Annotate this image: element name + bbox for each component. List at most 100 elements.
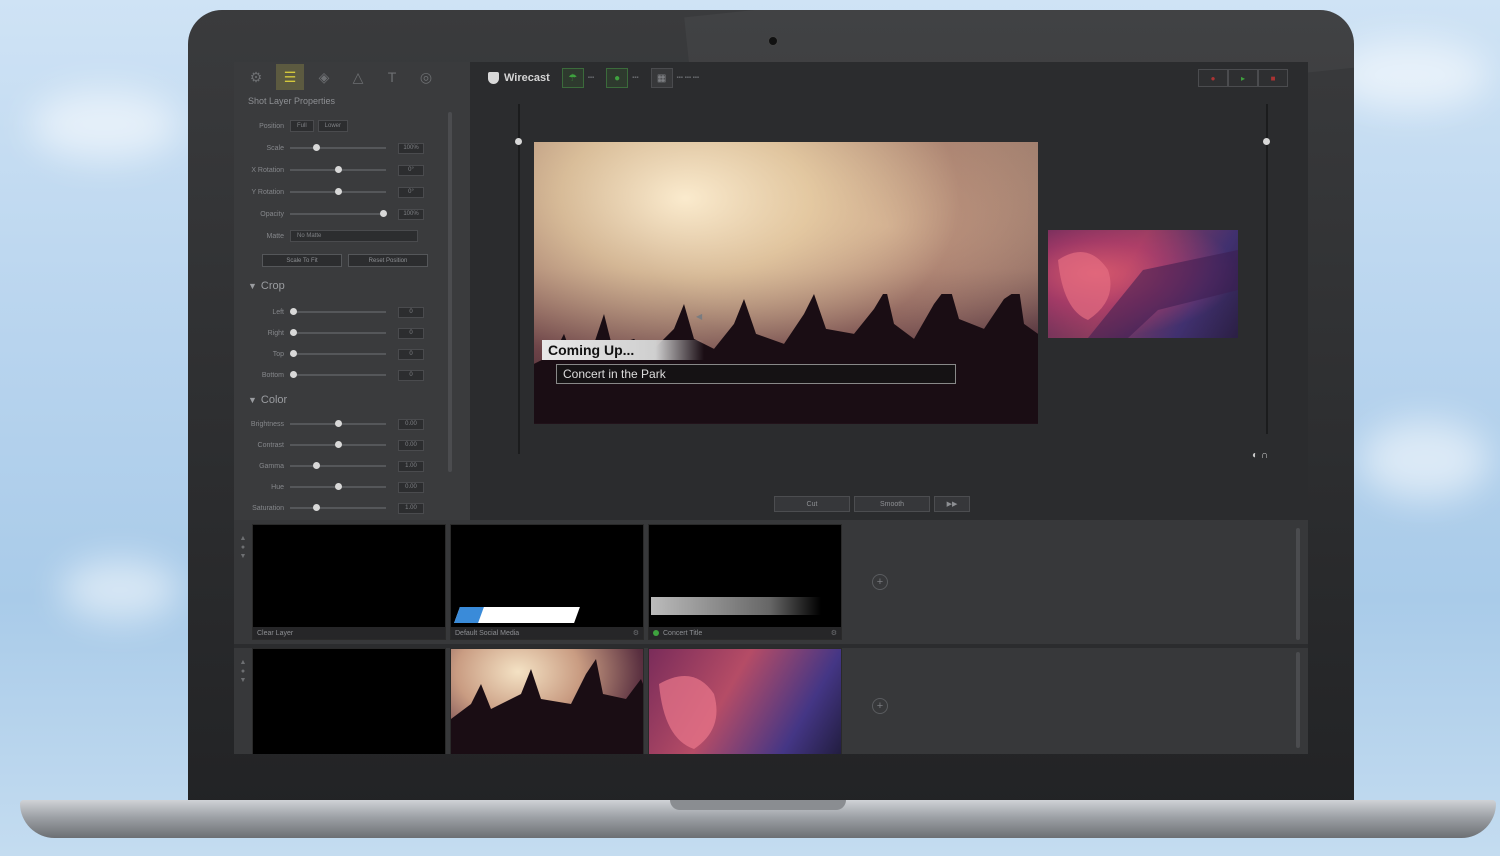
- stream-icon[interactable]: ☂: [561, 68, 584, 88]
- record-icon[interactable]: ●: [606, 68, 629, 88]
- collapse-panel-icon[interactable]: ◀: [696, 312, 704, 332]
- live-fader-knob[interactable]: [1263, 138, 1270, 145]
- slider-knob[interactable]: [312, 504, 320, 511]
- output-icon[interactable]: ▦: [650, 68, 673, 88]
- audio-icon[interactable]: ◈: [310, 64, 338, 90]
- gear-icon[interactable]: ⚙: [831, 629, 837, 637]
- crop-slider[interactable]: [290, 308, 386, 315]
- app-brand: Wirecast: [488, 72, 550, 84]
- properties-panel: ⚙ ☰ ◈ △ T ◎ Shot Layer Properties Positi…: [234, 62, 470, 520]
- smooth-button[interactable]: Smooth: [854, 496, 930, 512]
- position-lower-button[interactable]: Lower: [317, 120, 349, 132]
- matte-select[interactable]: No Matte: [290, 230, 418, 242]
- record-live-icon[interactable]: ■: [1258, 69, 1288, 87]
- transform-slider[interactable]: [290, 210, 387, 217]
- text-icon[interactable]: T: [378, 64, 406, 90]
- transform-slider[interactable]: [290, 144, 386, 151]
- scale-to-fit-button[interactable]: Scale To Fit: [262, 254, 342, 267]
- shot-clear-layer[interactable]: Clear Layer: [252, 524, 446, 640]
- transform-value[interactable]: 100%: [398, 208, 424, 220]
- chroma-icon[interactable]: △: [344, 64, 372, 90]
- crop-value[interactable]: 0: [398, 306, 424, 318]
- transform-slider[interactable]: [290, 166, 386, 173]
- crop-slider[interactable]: [290, 371, 386, 378]
- color-value[interactable]: 1.00: [398, 502, 424, 514]
- layer-1-controls[interactable]: ▲ ● ▼: [238, 534, 248, 561]
- slider-knob[interactable]: [290, 350, 297, 357]
- add-shot-button[interactable]: +: [872, 574, 888, 590]
- crop-slider[interactable]: [290, 329, 386, 336]
- cut-button[interactable]: Cut: [774, 496, 850, 512]
- slider-knob[interactable]: [335, 483, 342, 490]
- color-row: Brightness 0.00: [234, 416, 460, 432]
- go-button[interactable]: ▶▶: [934, 496, 970, 512]
- slider-knob[interactable]: [290, 329, 297, 336]
- transform-value[interactable]: 100%: [398, 142, 424, 154]
- lower-third: Coming Up... Concert in the Park: [542, 340, 962, 384]
- slider-knob[interactable]: [335, 188, 342, 195]
- add-shot-button[interactable]: +: [872, 698, 888, 714]
- slider-knob[interactable]: [335, 166, 342, 173]
- gear-icon[interactable]: ⚙: [633, 629, 639, 637]
- transform-row: X Rotation 0°: [234, 162, 460, 178]
- layer-2-controls[interactable]: ▲ ● ▼: [238, 658, 248, 685]
- stream-live-icon[interactable]: ●: [1198, 69, 1228, 87]
- wirecast-logo-icon: [488, 72, 499, 84]
- slider-knob[interactable]: [312, 144, 320, 151]
- layer-2-scrollbar[interactable]: [1296, 652, 1300, 748]
- matte-row: Matte No Matte: [234, 228, 460, 244]
- crop-value[interactable]: 0: [398, 327, 424, 339]
- toolbar: Wirecast ☂ ▪▪▪ ● ▪▪▪ ▦ ▪▪▪ ▪▪▪ ▪▪▪ ● ▸ ■: [470, 62, 1308, 94]
- slider-knob[interactable]: [380, 210, 387, 217]
- crowd-silhouette: [451, 659, 643, 754]
- slider-knob[interactable]: [335, 420, 342, 427]
- shot-blank[interactable]: [252, 648, 446, 754]
- slider-knob[interactable]: [335, 441, 342, 448]
- shot-guitar[interactable]: [648, 648, 842, 754]
- camera-icon: [768, 36, 778, 46]
- color-value[interactable]: 1.00: [398, 460, 424, 472]
- crop-slider[interactable]: [290, 350, 386, 357]
- color-value[interactable]: 0.00: [398, 481, 424, 493]
- color-slider[interactable]: [290, 483, 386, 490]
- color-label: Brightness: [250, 420, 284, 428]
- transform-row: Opacity 100%: [234, 206, 460, 222]
- layer-1-scrollbar[interactable]: [1296, 528, 1300, 640]
- shot-default-social-media[interactable]: Default Social Media ⚙: [450, 524, 644, 640]
- live-monitor[interactable]: [1048, 230, 1238, 338]
- transform-slider[interactable]: [290, 188, 386, 195]
- slider-knob[interactable]: [290, 371, 297, 378]
- app-window: ⚙ ☰ ◈ △ T ◎ Shot Layer Properties Positi…: [234, 62, 1308, 754]
- preview-monitor[interactable]: Coming Up... Concert in the Park: [534, 142, 1038, 424]
- color-section-header[interactable]: ▼ Color: [248, 394, 287, 406]
- slider-knob[interactable]: [312, 462, 320, 469]
- color-slider[interactable]: [290, 462, 386, 469]
- shot-concert-crowd[interactable]: [450, 648, 644, 754]
- color-label: Gamma: [259, 462, 284, 470]
- shot-concert-title[interactable]: Concert Title ⚙: [648, 524, 842, 640]
- layers-icon[interactable]: ☰: [276, 64, 304, 90]
- reset-position-button[interactable]: Reset Position: [348, 254, 428, 267]
- laptop-lid: ⚙ ☰ ◈ △ T ◎ Shot Layer Properties Positi…: [188, 10, 1354, 810]
- panel-scrollbar[interactable]: [448, 112, 452, 472]
- play-icon[interactable]: ▸: [1228, 69, 1258, 87]
- transform-value[interactable]: 0°: [398, 186, 424, 198]
- crop-section-header[interactable]: ▼ Crop: [248, 280, 285, 292]
- settings-icon[interactable]: ⚙: [242, 64, 270, 90]
- color-slider[interactable]: [290, 504, 386, 511]
- color-value[interactable]: 0.00: [398, 418, 424, 430]
- guitar-image: [1058, 250, 1238, 338]
- transform-value[interactable]: 0°: [398, 164, 424, 176]
- headphones-icon[interactable]: ◐ ∩: [1252, 450, 1268, 461]
- crop-value[interactable]: 0: [398, 369, 424, 381]
- preview-fader-knob[interactable]: [515, 138, 522, 145]
- position-full-button[interactable]: Full: [290, 120, 314, 132]
- transform-label: X Rotation: [251, 166, 284, 174]
- color-slider[interactable]: [290, 441, 386, 448]
- color-slider[interactable]: [290, 420, 386, 427]
- crop-value[interactable]: 0: [398, 348, 424, 360]
- color-value[interactable]: 0.00: [398, 439, 424, 451]
- slider-knob[interactable]: [290, 308, 297, 315]
- smart-icon[interactable]: ◎: [412, 64, 440, 90]
- crop-label: Left: [272, 308, 284, 316]
